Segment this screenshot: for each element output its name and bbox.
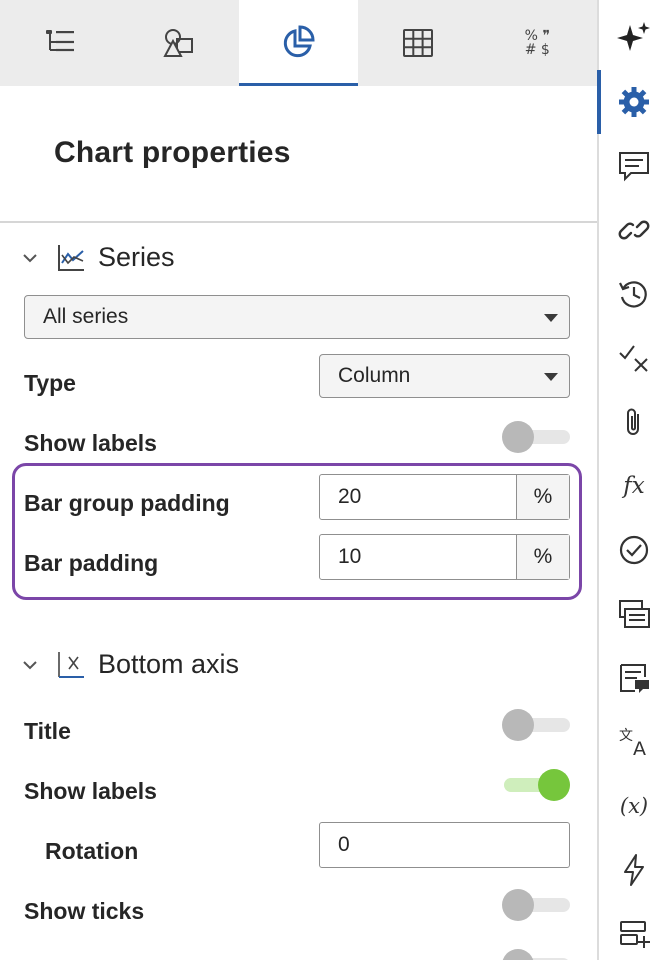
add-row-button[interactable] bbox=[616, 916, 652, 952]
series-select[interactable]: All series bbox=[24, 295, 570, 339]
note-icon bbox=[620, 664, 649, 693]
type-label: Type bbox=[24, 370, 76, 396]
lightning-icon bbox=[624, 854, 644, 886]
type-select[interactable]: Column bbox=[319, 354, 570, 398]
series-chart-icon bbox=[58, 244, 84, 271]
type-select-value: Column bbox=[338, 364, 411, 387]
settings-button[interactable] bbox=[616, 84, 652, 120]
series-show-labels-toggle[interactable] bbox=[502, 419, 570, 455]
tab-number-format[interactable]: % ❞ # $ bbox=[478, 0, 597, 86]
check-circle-icon bbox=[619, 535, 649, 565]
comment-icon bbox=[619, 152, 649, 182]
history-icon bbox=[619, 281, 647, 308]
cards-button[interactable] bbox=[616, 596, 652, 632]
axis-show-labels-toggle[interactable] bbox=[502, 767, 570, 803]
series-select-value: All series bbox=[43, 305, 129, 328]
check-x-icon bbox=[619, 345, 648, 372]
sparkle-ai-icon bbox=[617, 22, 650, 51]
paperclip-icon bbox=[627, 408, 639, 435]
highlight-box bbox=[12, 463, 582, 600]
axis-title-toggle[interactable] bbox=[502, 707, 570, 743]
rotation-input[interactable]: 0 bbox=[319, 822, 570, 868]
toggle-knob bbox=[502, 709, 534, 741]
add-row-icon bbox=[620, 921, 650, 948]
properties-panel: % ❞ # $ Chart properties Series All seri… bbox=[0, 0, 597, 960]
axis-show-labels-label: Show labels bbox=[24, 778, 157, 804]
list-tree-icon bbox=[45, 30, 74, 52]
variables-button[interactable]: (x) bbox=[616, 788, 652, 824]
bottom-axis-section-header[interactable]: Bottom axis bbox=[20, 649, 239, 680]
links-button[interactable] bbox=[616, 212, 652, 248]
chevron-down-icon bbox=[23, 660, 37, 669]
bottom-axis-section-title: Bottom axis bbox=[98, 649, 240, 679]
shapes-icon bbox=[163, 29, 194, 57]
axis-title-label: Title bbox=[24, 718, 71, 744]
series-section-header[interactable]: Series bbox=[20, 242, 175, 273]
translate-button[interactable]: 文 A bbox=[616, 724, 652, 760]
proofing-button[interactable] bbox=[616, 340, 652, 376]
approvals-button[interactable] bbox=[616, 532, 652, 568]
divider bbox=[0, 221, 597, 223]
panel-tab-bar: % ❞ # $ bbox=[0, 0, 597, 86]
notes-button[interactable] bbox=[616, 660, 652, 696]
tab-shapes[interactable] bbox=[119, 0, 238, 86]
tab-table[interactable] bbox=[358, 0, 477, 86]
gear-icon bbox=[619, 87, 649, 117]
toggle-knob bbox=[502, 421, 534, 453]
chevron-down-icon bbox=[23, 253, 37, 262]
series-section-title: Series bbox=[98, 242, 175, 272]
ai-assist-button[interactable] bbox=[616, 20, 652, 56]
toggle-knob bbox=[502, 949, 534, 960]
tab-chart[interactable] bbox=[238, 0, 359, 86]
next-toggle-partial[interactable] bbox=[502, 947, 570, 960]
caret-down-icon bbox=[544, 314, 558, 322]
toggle-knob bbox=[538, 769, 570, 801]
automations-button[interactable] bbox=[616, 852, 652, 888]
rotation-label: Rotation bbox=[45, 838, 139, 864]
rail-active-indicator bbox=[597, 70, 601, 134]
function-fx-icon: fx bbox=[623, 473, 645, 499]
pie-chart-icon bbox=[284, 25, 315, 58]
series-show-labels-label: Show labels bbox=[24, 430, 157, 456]
show-ticks-toggle[interactable] bbox=[502, 887, 570, 923]
panel-title: Chart properties bbox=[54, 136, 291, 169]
functions-button[interactable]: fx bbox=[616, 468, 652, 504]
bottom-axis-icon bbox=[58, 651, 84, 678]
attachments-button[interactable] bbox=[616, 404, 652, 440]
link-icon bbox=[618, 220, 650, 240]
number-format-icon: % ❞ # $ bbox=[524, 28, 550, 58]
caret-down-icon bbox=[544, 373, 558, 381]
show-ticks-label: Show ticks bbox=[24, 898, 145, 924]
tab-structure[interactable] bbox=[0, 0, 119, 86]
comments-button[interactable] bbox=[616, 148, 652, 184]
cards-icon bbox=[619, 600, 650, 628]
toggle-knob bbox=[502, 889, 534, 921]
variable-x-icon: (x) bbox=[619, 794, 649, 818]
translate-icon: 文 A bbox=[619, 728, 646, 760]
grid-table-icon bbox=[402, 29, 433, 57]
history-button[interactable] bbox=[616, 276, 652, 312]
